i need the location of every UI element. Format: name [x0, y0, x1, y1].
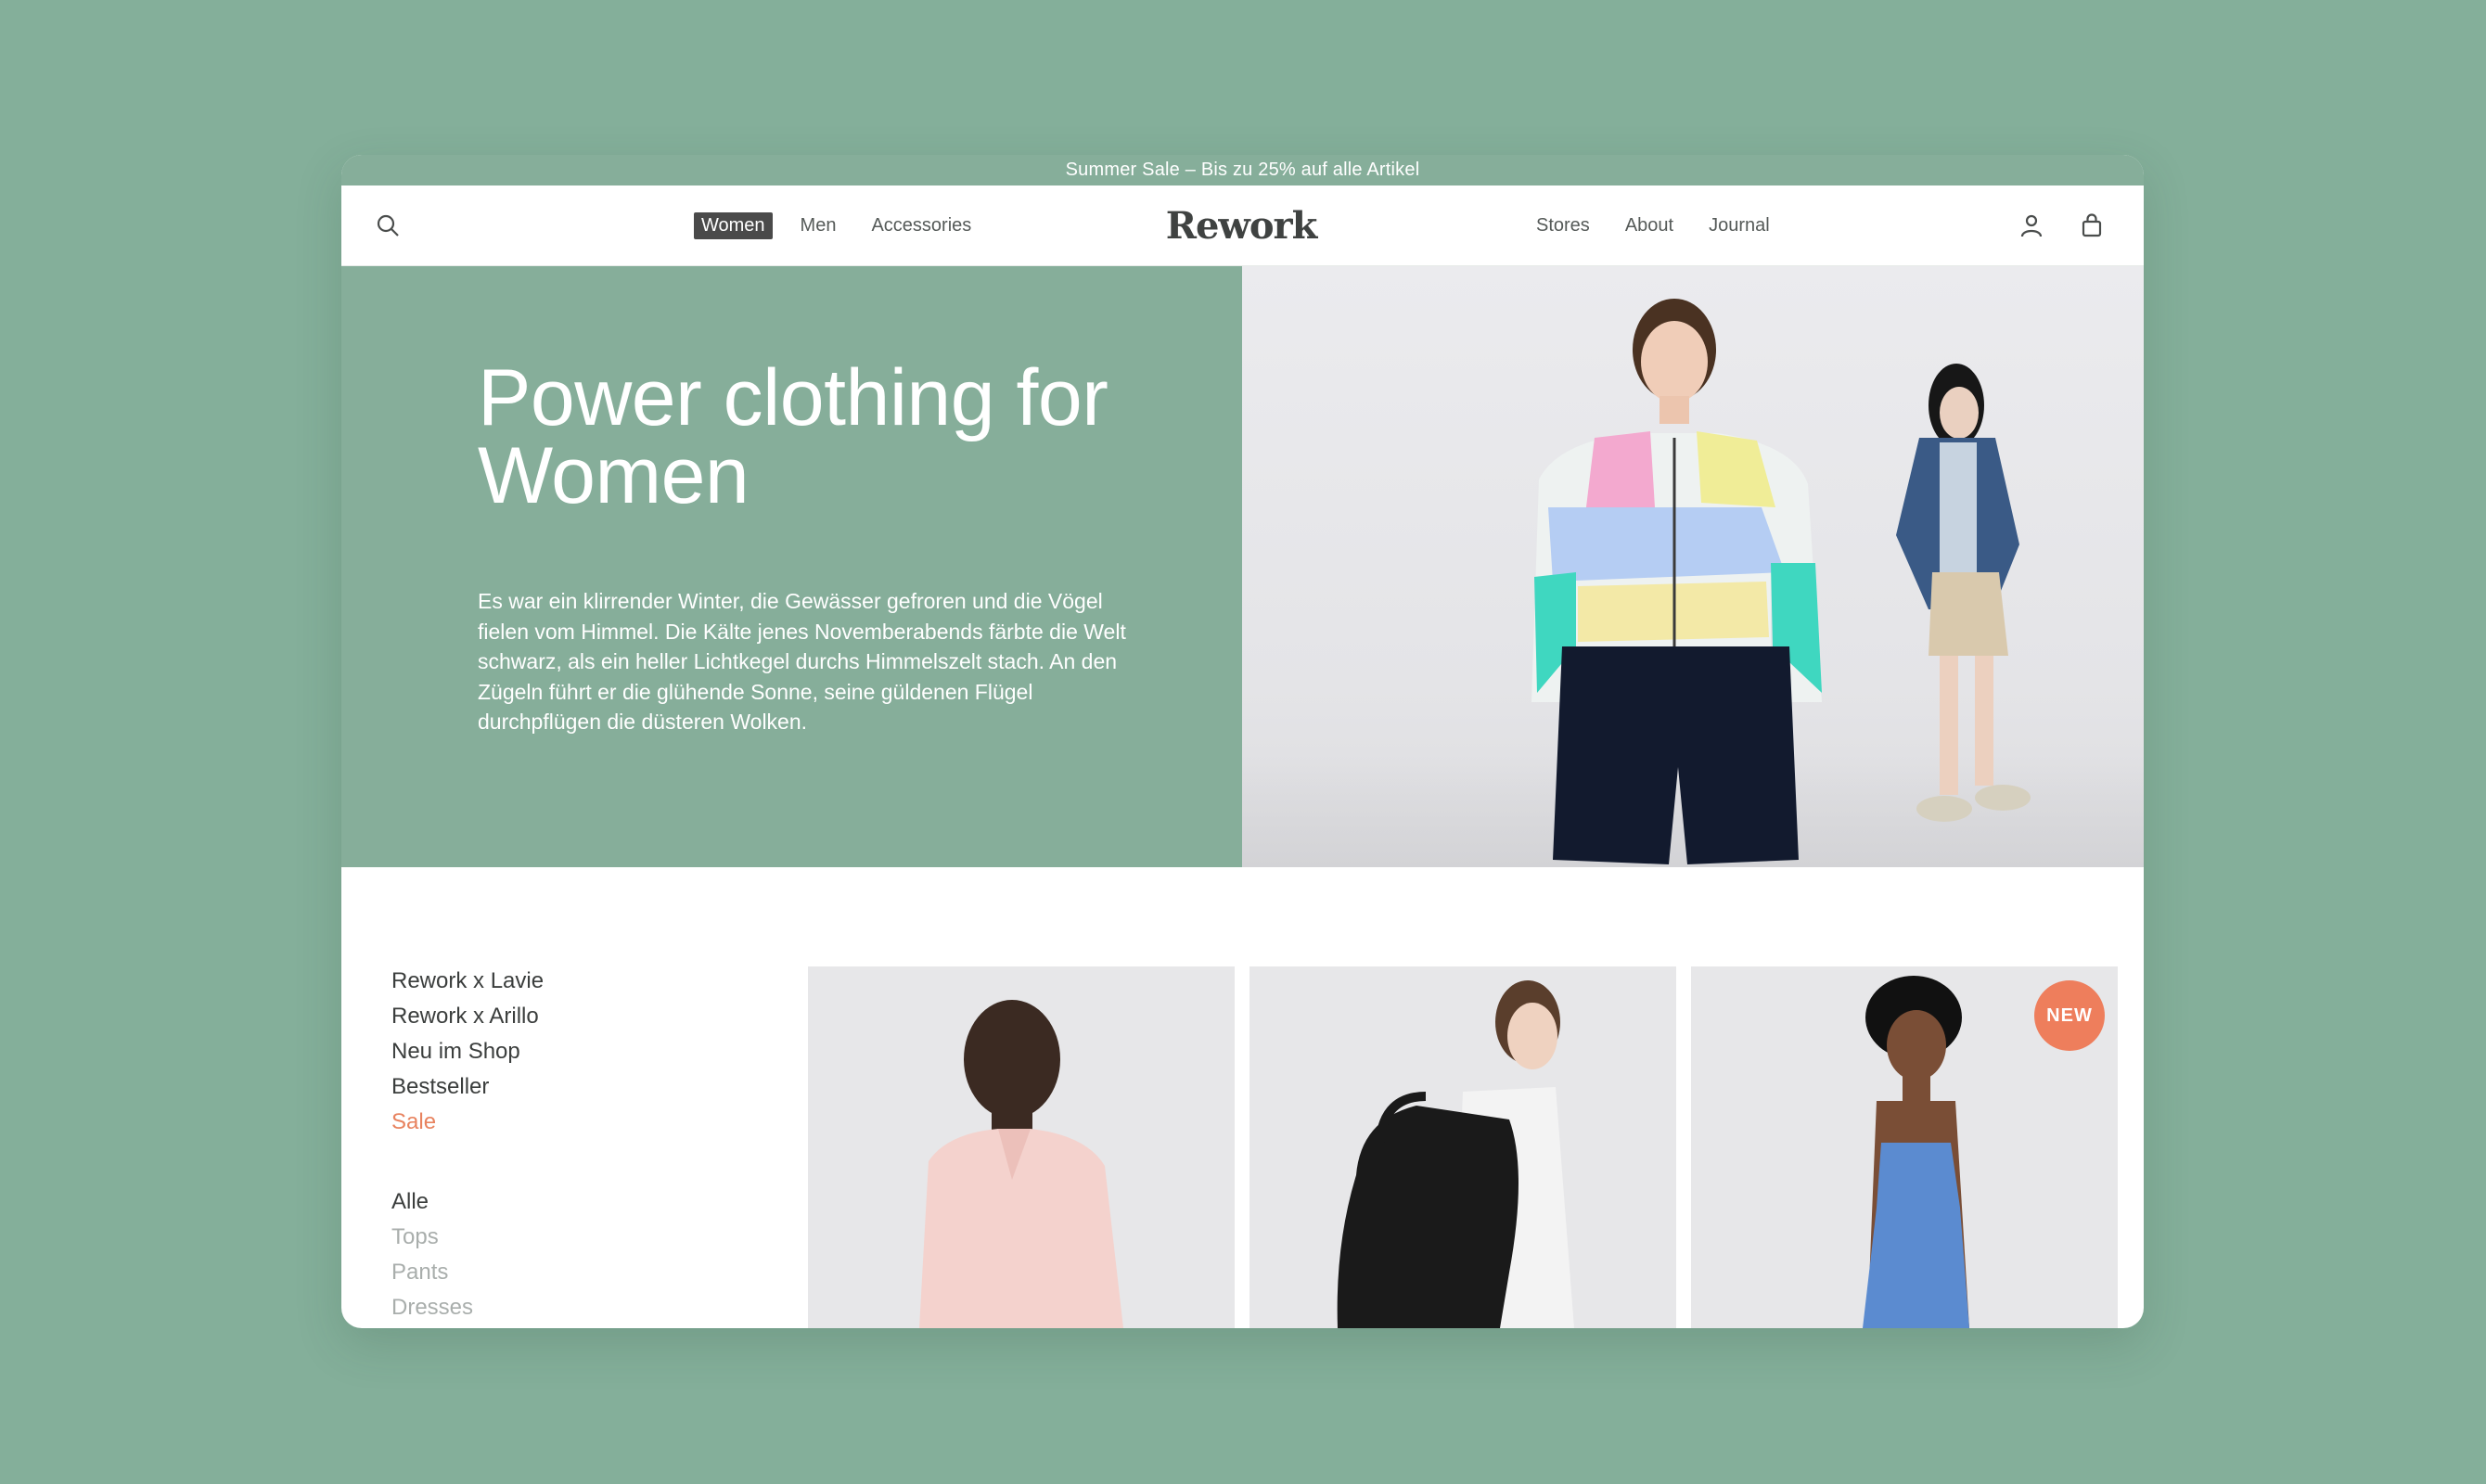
sidebar-item-sale[interactable]: Sale — [391, 1105, 670, 1140]
nav-accessories[interactable]: Accessories — [864, 212, 979, 239]
sidebar-item-new-in-shop[interactable]: Neu im Shop — [391, 1034, 670, 1069]
nav-women[interactable]: Women — [694, 211, 773, 239]
product-image-black-backpack — [1249, 966, 1676, 1328]
brand-logo[interactable]: Rework — [1148, 186, 1334, 265]
nav-about[interactable]: About — [1618, 212, 1681, 239]
nav-journal[interactable]: Journal — [1701, 212, 1777, 239]
primary-nav-right: Stores About Journal — [1529, 186, 1777, 265]
search-icon[interactable] — [369, 186, 406, 265]
hero-title: Power clothing for Women — [478, 353, 1108, 520]
product-card[interactable] — [808, 966, 1235, 1328]
product-card[interactable]: NEW — [1691, 966, 2118, 1328]
model-denim-figure — [1896, 364, 2031, 822]
product-image-pink-shirt — [808, 966, 1235, 1328]
hero-section: Power clothing for Women Es war ein klir… — [341, 266, 2144, 867]
sidebar-item-tops[interactable]: Tops — [391, 1220, 670, 1255]
nav-stores[interactable]: Stores — [1529, 212, 1597, 239]
sidebar-item-rework-arillo[interactable]: Rework x Arillo — [391, 999, 670, 1034]
announcement-bar: Summer Sale – Bis zu 25% auf alle Artike… — [341, 155, 2144, 186]
site-header: Women Men Accessories Rework Stores Abou… — [341, 186, 2144, 266]
model-windbreaker-figure — [1531, 299, 1822, 864]
shopping-bag-icon[interactable] — [2073, 186, 2110, 265]
hero-description: Es war ein klirrender Winter, die Gewäss… — [478, 589, 1126, 734]
product-card[interactable] — [1249, 966, 1676, 1328]
sidebar-item-bestseller[interactable]: Bestseller — [391, 1069, 670, 1105]
user-icon[interactable] — [2013, 186, 2050, 265]
hero-text-panel: Power clothing for Women Es war ein klir… — [341, 266, 1242, 867]
sidebar-item-rework-lavie[interactable]: Rework x Lavie — [391, 964, 670, 999]
nav-men[interactable]: Men — [793, 212, 844, 239]
hero-image — [1242, 266, 2144, 867]
new-badge: NEW — [2034, 980, 2105, 1051]
sidebar-item-dresses[interactable]: Dresses — [391, 1290, 670, 1325]
browser-window: Summer Sale – Bis zu 25% auf alle Artike… — [341, 155, 2144, 1328]
primary-nav-left: Women Men Accessories — [694, 186, 979, 265]
sidebar-item-all[interactable]: Alle — [391, 1184, 670, 1220]
category-sidebar: Rework x Lavie Rework x Arillo Neu im Sh… — [391, 964, 670, 1325]
sidebar-item-pants[interactable]: Pants — [391, 1255, 670, 1290]
